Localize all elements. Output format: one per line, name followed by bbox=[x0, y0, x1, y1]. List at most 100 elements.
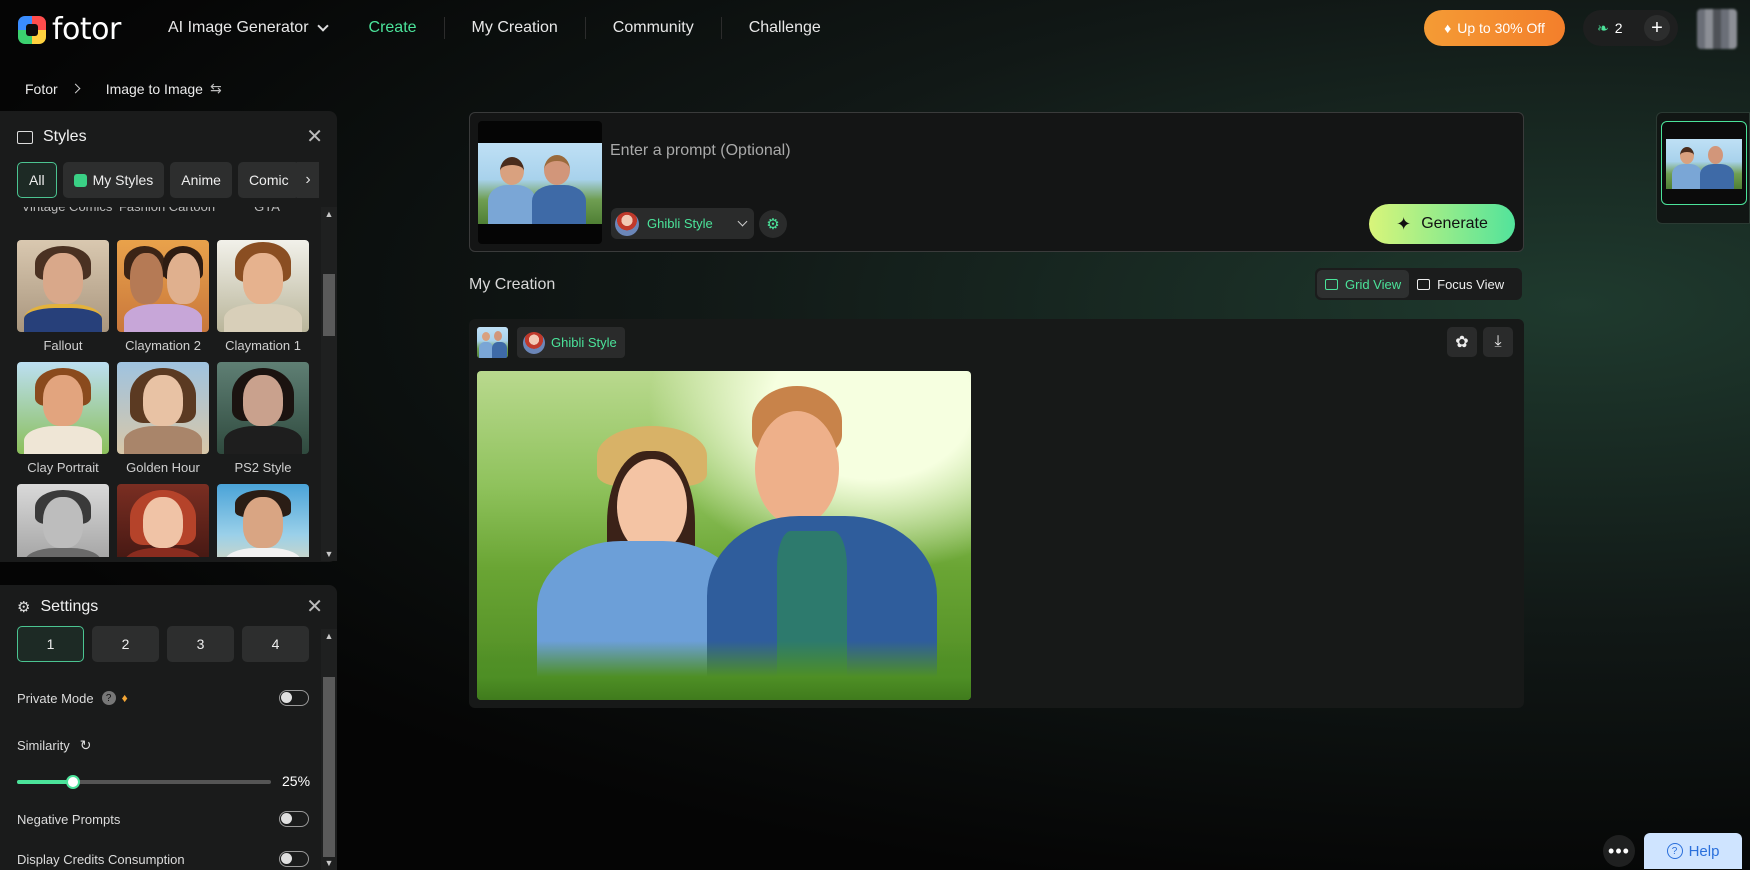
add-credits-button[interactable]: + bbox=[1644, 15, 1670, 41]
user-avatar[interactable] bbox=[1697, 9, 1737, 49]
count-option-4[interactable]: 4 bbox=[242, 626, 309, 662]
promo-button[interactable]: ♦ Up to 30% Off bbox=[1424, 10, 1565, 46]
style-label: Claymation 1 bbox=[225, 338, 301, 353]
help-question-icon[interactable]: ? bbox=[101, 691, 116, 705]
nav-community[interactable]: Community bbox=[586, 17, 722, 39]
settings-panel-header: ⚙ Settings ✕ bbox=[17, 597, 323, 617]
premium-diamond-icon: ♦ bbox=[121, 691, 128, 705]
scroll-up-icon[interactable]: ▲ bbox=[324, 209, 334, 219]
fotor-logo[interactable]: fotor bbox=[18, 12, 121, 47]
nav-challenge[interactable]: Challenge bbox=[722, 17, 848, 39]
nav-label: Community bbox=[612, 19, 694, 36]
count-option-2[interactable]: 2 bbox=[92, 626, 159, 662]
style-card-claymation-2[interactable]: Claymation 2 bbox=[117, 240, 209, 353]
swap-icon[interactable]: ⇆ bbox=[210, 80, 222, 97]
help-button[interactable]: ? Help bbox=[1644, 833, 1742, 869]
nav-label: Challenge bbox=[748, 19, 821, 36]
style-card[interactable] bbox=[17, 484, 109, 557]
tabs-scroll-right-icon[interactable]: › bbox=[297, 162, 319, 198]
private-mode-row: Private Mode ? ♦ bbox=[17, 690, 309, 706]
private-mode-label: Private Mode bbox=[17, 690, 94, 706]
negative-prompts-label: Negative Prompts bbox=[17, 811, 121, 827]
style-selector[interactable]: Ghibli Style bbox=[611, 208, 754, 239]
style-avatar bbox=[615, 211, 639, 236]
close-icon[interactable]: ✕ bbox=[306, 127, 323, 147]
my-styles-icon bbox=[73, 173, 87, 187]
close-icon[interactable]: ✕ bbox=[306, 597, 323, 617]
focus-icon bbox=[1417, 278, 1431, 290]
style-card-ps2-style[interactable]: PS2 Style bbox=[217, 362, 309, 475]
nav-label: AI Image Generator bbox=[168, 19, 309, 36]
nav-my-creation[interactable]: My Creation bbox=[443, 17, 586, 39]
diamond-icon: ♦ bbox=[1444, 20, 1452, 36]
negative-prompts-toggle[interactable] bbox=[279, 811, 309, 827]
tab-all[interactable]: All bbox=[17, 162, 57, 198]
similarity-value: 25% bbox=[282, 773, 311, 789]
generate-button[interactable]: ✦ Generate bbox=[1369, 204, 1515, 244]
top-navigation: fotor AI Image Generator Create My Creat… bbox=[0, 0, 1750, 56]
style-thumbnail bbox=[17, 362, 109, 454]
count-option-3[interactable]: 3 bbox=[167, 626, 234, 662]
style-label: Golden Hour bbox=[126, 460, 200, 475]
grid-view-button[interactable]: Grid View bbox=[1317, 270, 1410, 298]
download-button[interactable]: ⤓ bbox=[1483, 327, 1513, 357]
image-count-selector: 1 2 3 4 bbox=[17, 626, 309, 662]
source-image-thumbnail[interactable] bbox=[478, 121, 602, 244]
settings-gear-icon: ⚙ bbox=[17, 599, 31, 616]
help-label: Help bbox=[1688, 842, 1720, 860]
style-card[interactable] bbox=[217, 484, 309, 557]
card-style-tag: Ghibli Style bbox=[517, 327, 625, 358]
history-rail bbox=[1656, 112, 1750, 224]
gear-icon: ⚙ bbox=[766, 216, 780, 233]
source-image-mini-thumbnail[interactable] bbox=[477, 327, 508, 358]
breadcrumb-current[interactable]: Image to Image bbox=[106, 81, 203, 97]
source-photo bbox=[478, 143, 602, 224]
more-options-button[interactable]: ••• bbox=[1603, 835, 1635, 867]
scroll-up-icon[interactable]: ▲ bbox=[324, 631, 334, 641]
variation-button[interactable]: ✿ bbox=[1447, 327, 1477, 357]
style-thumbnail bbox=[17, 240, 109, 332]
style-tabs: All My Styles Anime Comic › bbox=[17, 162, 319, 198]
leaf-credit-icon: ❧ bbox=[1597, 19, 1609, 36]
private-mode-toggle[interactable] bbox=[279, 690, 309, 706]
image-icon bbox=[17, 130, 33, 144]
fotor-logo-icon bbox=[18, 15, 46, 44]
display-credits-toggle[interactable] bbox=[279, 851, 309, 867]
grid-icon bbox=[1325, 278, 1338, 290]
prompt-input[interactable] bbox=[610, 121, 1510, 181]
similarity-slider[interactable] bbox=[17, 775, 271, 789]
style-card-golden-hour[interactable]: Golden Hour bbox=[117, 362, 209, 475]
generated-image[interactable] bbox=[477, 371, 971, 700]
focus-view-button[interactable]: Focus View bbox=[1409, 270, 1512, 298]
style-card-fallout[interactable]: Fallout bbox=[17, 240, 109, 353]
style-card-claymation-1[interactable]: Claymation 1 bbox=[217, 240, 309, 353]
tab-anime[interactable]: Anime bbox=[170, 162, 232, 198]
reset-icon[interactable]: ↻ bbox=[80, 737, 92, 754]
tab-my-styles[interactable]: My Styles bbox=[62, 162, 165, 198]
tab-comic[interactable]: Comic bbox=[237, 162, 300, 198]
slider-handle[interactable] bbox=[65, 775, 80, 789]
style-label: GTA bbox=[217, 207, 317, 215]
nav-ai-image-generator[interactable]: AI Image Generator bbox=[168, 17, 354, 39]
nav-create[interactable]: Create bbox=[354, 17, 444, 39]
credits-widget: ❧ 2 + bbox=[1583, 10, 1678, 46]
style-thumbnail bbox=[217, 240, 309, 332]
display-credits-label: Display Credits Consumption bbox=[17, 851, 185, 867]
nav-label: My Creation bbox=[471, 19, 558, 36]
magic-wand-icon: ✦ bbox=[1396, 213, 1412, 234]
settings-scrollbar[interactable]: ▲ ▼ bbox=[321, 629, 337, 870]
scrollbar-thumb[interactable] bbox=[323, 274, 335, 336]
style-card[interactable] bbox=[117, 484, 209, 557]
promo-label: Up to 30% Off bbox=[1457, 20, 1545, 36]
history-thumbnail[interactable] bbox=[1661, 121, 1747, 205]
styles-scrollbar[interactable]: ▲ ▼ bbox=[321, 207, 337, 561]
style-card-clay-portrait[interactable]: Clay Portrait bbox=[17, 362, 109, 475]
chevron-down-icon bbox=[316, 19, 329, 32]
scroll-down-icon[interactable]: ▼ bbox=[324, 549, 334, 559]
scrollbar-thumb[interactable] bbox=[323, 677, 335, 857]
style-label: Fashion Cartoon bbox=[117, 207, 217, 215]
count-option-1[interactable]: 1 bbox=[17, 626, 84, 662]
scroll-down-icon[interactable]: ▼ bbox=[324, 858, 334, 868]
advanced-settings-button[interactable]: ⚙ bbox=[759, 210, 787, 238]
breadcrumb-root[interactable]: Fotor bbox=[25, 81, 58, 97]
